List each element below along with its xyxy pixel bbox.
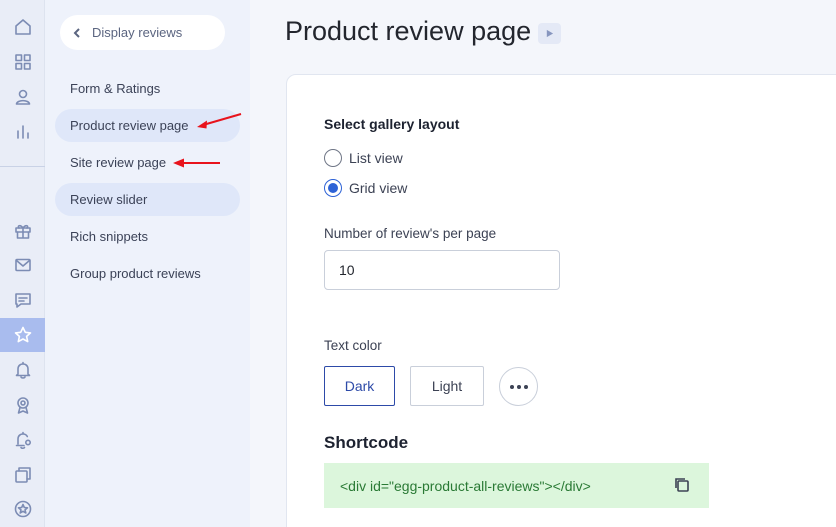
nav-item-label: Rich snippets [70, 229, 149, 244]
star-badge-icon[interactable] [0, 492, 45, 526]
nav-item-label: Form & Ratings [70, 81, 161, 96]
award-icon[interactable] [0, 388, 45, 422]
mail-icon[interactable] [0, 248, 45, 282]
radio-grid-view[interactable]: Grid view [324, 179, 407, 197]
main-content: Product review page Select gallery layou… [250, 0, 836, 527]
back-button-label: Display reviews [92, 25, 183, 40]
radio-label: List view [349, 150, 403, 166]
home-icon[interactable] [0, 10, 45, 44]
settings-card: Select gallery layout List view Grid vie… [286, 74, 836, 527]
radio-button[interactable] [324, 179, 342, 197]
chat-icon[interactable] [0, 283, 45, 317]
more-dots-icon [509, 384, 528, 389]
text-color-label: Text color [324, 338, 382, 353]
sub-navigation: Display reviews Form & Ratings Product r… [45, 0, 250, 527]
icon-rail [0, 0, 45, 527]
radio-button[interactable] [324, 149, 342, 167]
light-color-label: Light [431, 378, 463, 394]
shortcode-text: <div id="egg-product-all-reviews"></div> [340, 477, 591, 494]
annotation-arrow-icon [197, 113, 242, 129]
back-button[interactable]: Display reviews [60, 15, 225, 50]
user-icon[interactable] [0, 80, 45, 114]
page-title: Product review page [285, 16, 532, 46]
nav-item-label: Group product reviews [70, 266, 201, 281]
nav-item-label: Review slider [70, 192, 148, 207]
nav-item-form-ratings[interactable]: Form & Ratings [55, 72, 240, 105]
nav-item-review-slider[interactable]: Review slider [55, 183, 240, 216]
bar-chart-icon[interactable] [0, 114, 45, 148]
rail-divider [0, 166, 45, 167]
nav-item-group-product-reviews[interactable]: Group product reviews [55, 257, 240, 290]
radio-label: Grid view [349, 180, 408, 196]
light-color-button[interactable]: Light [410, 366, 484, 406]
nav-item-label: Site review page [70, 155, 167, 170]
radio-list-view[interactable]: List view [324, 149, 403, 167]
per-page-label: Number of review's per page [324, 226, 497, 241]
apps-grid-icon[interactable] [0, 45, 45, 79]
nav-item-rich-snippets[interactable]: Rich snippets [55, 220, 240, 253]
nav-item-label: Product review page [70, 118, 189, 133]
copy-stack-icon[interactable] [0, 458, 45, 492]
dark-color-label: Dark [344, 378, 375, 394]
chevron-left-icon [72, 27, 84, 38]
more-options-button[interactable] [499, 367, 538, 406]
gift-icon[interactable] [0, 214, 45, 248]
copy-icon[interactable] [673, 476, 691, 494]
play-icon[interactable] [538, 23, 561, 44]
bell-settings-icon[interactable] [0, 423, 45, 457]
bell-icon[interactable] [0, 353, 45, 387]
per-page-input[interactable] [324, 250, 560, 290]
annotation-arrow-icon [173, 158, 220, 168]
dark-color-button[interactable]: Dark [324, 366, 395, 406]
shortcode-box: <div id="egg-product-all-reviews"></div> [324, 463, 709, 508]
shortcode-title: Shortcode [324, 433, 409, 452]
star-icon[interactable] [0, 318, 45, 352]
gallery-layout-title: Select gallery layout [324, 116, 460, 132]
